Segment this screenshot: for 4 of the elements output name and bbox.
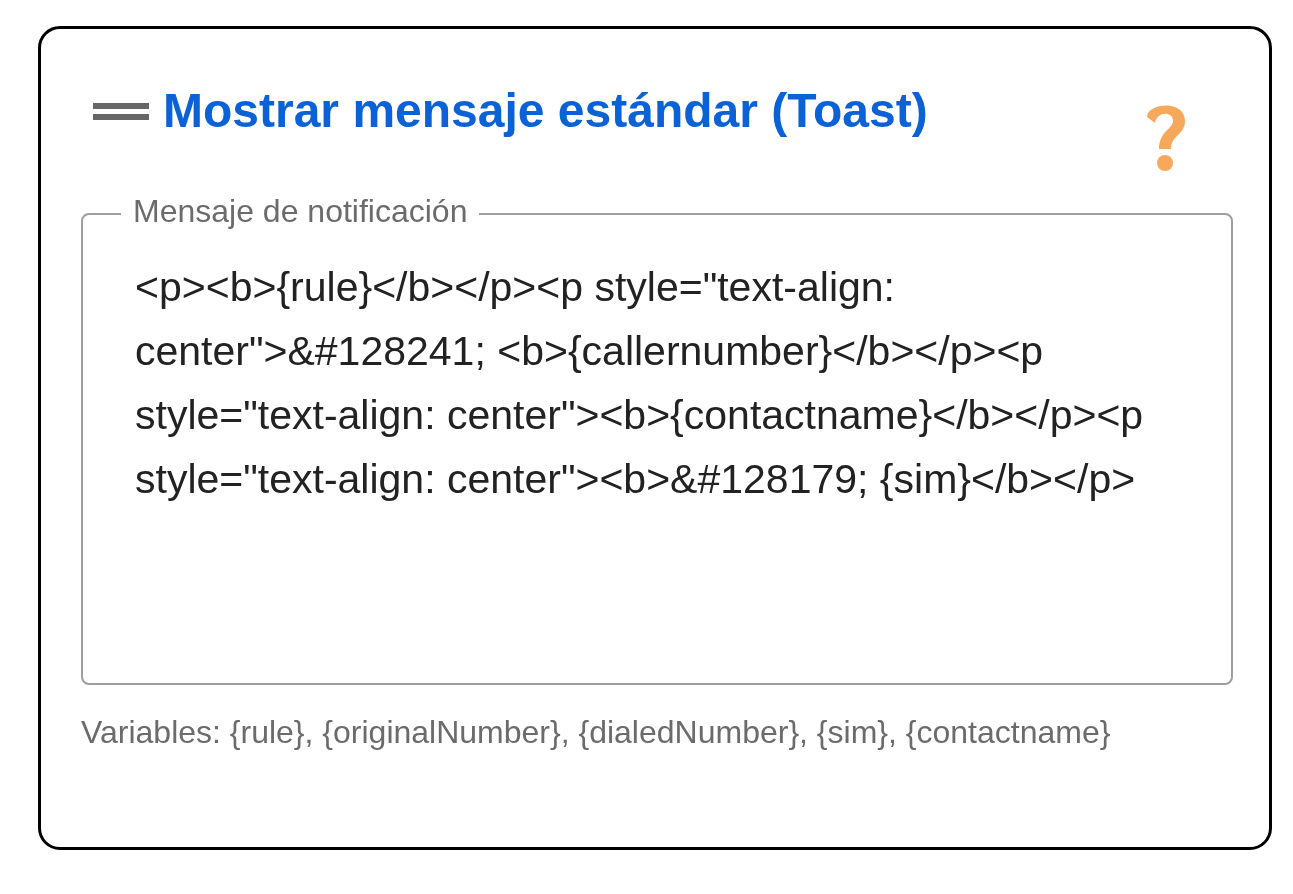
variables-hint: Variables: {rule}, {originalNumber}, {dialedNumber}, {sim}, {contactname} (81, 713, 1112, 752)
message-text: <p><b>{rule}</b></p><p style="text-align: center">&#128241; <b>{callernumber}</b></p><p style="text-align: center"><b>{contactname}</b></p><p style="text-align: center"><b>&#128179; {sim}</b></p> (135, 263, 1145, 504)
drag-handle-icon[interactable] (93, 100, 149, 122)
section-title: Mostrar mensaje estándar (Toast) (163, 83, 928, 139)
